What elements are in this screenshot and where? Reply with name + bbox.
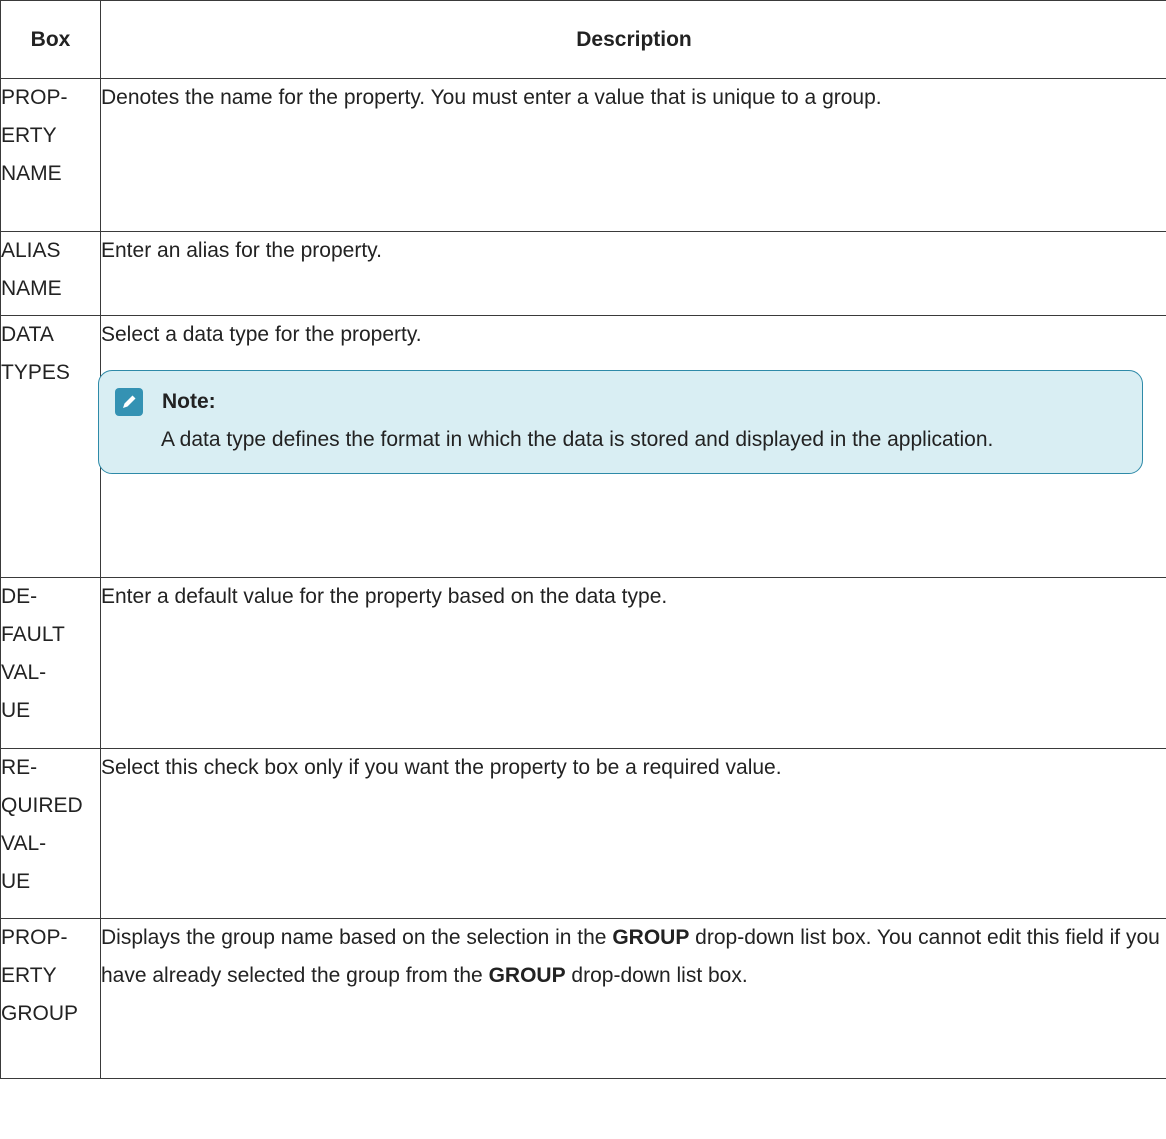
box-label-line: RE- [1,756,38,779]
description-text: Select a data type for the property. [101,323,422,346]
note-title: Note: [162,390,216,413]
box-label-line: QUIRED [1,794,83,817]
box-label-line: NAME [1,162,62,185]
box-cell: PROP- ERTY GROUP [0,918,101,1079]
header-description: Description [100,0,1166,79]
table-row: DE- FAULT VAL- UE Enter a default value … [0,577,1166,749]
box-label-line: DATA [1,323,54,346]
box-label-line: PROP- [1,926,68,949]
box-cell: DE- FAULT VAL- UE [0,577,101,749]
table-row: PROP- ERTY NAME Denotes the name for the… [0,78,1166,232]
description-cell: Select this check box only if you want t… [100,748,1166,919]
note-text: A data type defines the format in which … [161,428,994,451]
box-label-line: VAL- [1,661,47,684]
group-keyword: GROUP [488,964,566,987]
pencil-icon [115,388,143,416]
description-cell: Enter an alias for the property. [100,231,1166,316]
box-cell: ALIAS NAME [0,231,101,316]
property-fields-table: Box Description PROP- ERTY NAME Denotes … [0,0,1166,1079]
group-keyword: GROUP [612,926,690,949]
description-cell: Displays the group name based on the sel… [100,918,1166,1079]
box-label-line: ERTY [1,964,57,987]
header-box: Box [0,0,101,79]
note-header: Note: [115,383,1126,421]
table-row: DATA TYPES Select a data type for the pr… [0,315,1166,578]
description-cell: Denotes the name for the property. You m… [100,78,1166,232]
table-row: RE- QUIRED VAL- UE Select this check box… [0,748,1166,919]
box-label-line: ERTY [1,124,57,147]
description-text: Displays the group name based on the sel… [101,926,613,949]
box-cell: PROP- ERTY NAME [0,78,101,232]
description-cell: Select a data type for the property. Not… [98,315,1166,578]
box-label-line: UE [1,870,31,893]
box-label-line: TYPES [1,361,70,384]
box-label-line: VAL- [1,832,47,855]
box-cell: RE- QUIRED VAL- UE [0,748,101,919]
box-label-line: NAME [1,277,62,300]
table-row: PROP- ERTY GROUP Displays the group name… [0,918,1166,1079]
box-label-line: DE- [1,585,38,608]
box-cell: DATA TYPES [0,315,101,578]
box-label-line: FAULT [1,623,65,646]
description-text: drop-down list box. [565,964,748,987]
box-label-line: ALIAS [1,239,61,262]
table-row: ALIAS NAME Enter an alias for the proper… [0,231,1166,316]
box-label-line: UE [1,699,31,722]
box-label-line: PROP- [1,86,68,109]
box-label-line: GROUP [1,1002,79,1025]
note-callout: Note: A data type defines the format in … [98,370,1143,474]
table-header-row: Box Description [0,0,1166,79]
description-cell: Enter a default value for the property b… [100,577,1166,749]
